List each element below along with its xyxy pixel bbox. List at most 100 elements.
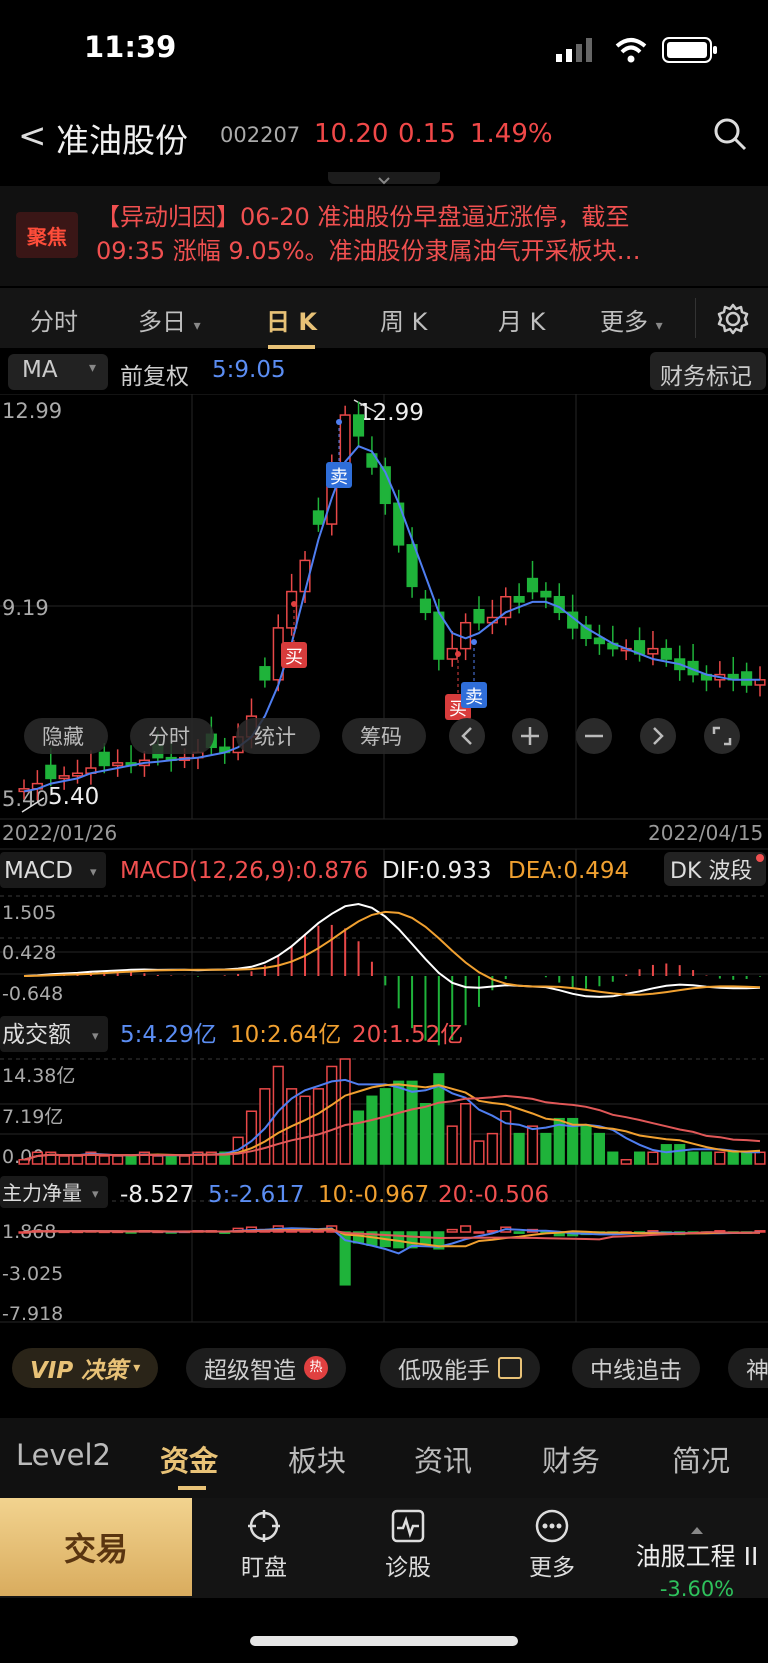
low-buy-button[interactable]: 低吸能手 [380, 1348, 540, 1388]
volume-bar [727, 1151, 739, 1165]
search-icon[interactable] [712, 116, 748, 152]
super-smart-button[interactable]: 超级智造 热 [186, 1348, 346, 1388]
stock-price: 10.20 [314, 119, 389, 149]
active-underline [268, 345, 315, 349]
caret-down-icon: ▾ [88, 360, 96, 376]
tab-multiday[interactable]: 多日 ▾ [138, 302, 201, 337]
tab-overview[interactable]: 简况 [672, 1438, 730, 1480]
volume-bar [352, 1110, 365, 1165]
dif-line [23, 902, 761, 998]
volume-bar [473, 1140, 485, 1165]
trade-button[interactable]: 交易 [0, 1498, 192, 1596]
finance-mark-button[interactable]: 财务标记 [650, 352, 766, 390]
adjust-label[interactable]: 前复权 [120, 357, 189, 391]
volume-bar [754, 1151, 766, 1165]
chart-area[interactable]: 12.99 9.19 5.40 12.99 5.40 2022/01/26 20… [0, 393, 768, 1329]
macd-name: MACD [4, 858, 73, 884]
feature-bar: VIP 决策 ▾ 超级智造 热 低吸能手 中线追击 神 [0, 1338, 768, 1398]
indicator-label: MA [22, 357, 58, 383]
indicator-select[interactable]: MA ▾ [8, 354, 108, 390]
candle [98, 751, 110, 767]
macd-y-label: 0.428 [2, 942, 56, 964]
tab-intraday[interactable]: 分时 [30, 302, 78, 337]
sector-change: -3.60% [659, 1577, 735, 1601]
volume-bar [299, 1095, 311, 1165]
candle [112, 762, 124, 767]
bottom-tabs: Level2 资金 板块 资讯 财务 简况 [0, 1418, 768, 1498]
volume-bar [526, 1125, 539, 1165]
volume-bar [406, 1080, 418, 1165]
tab-weekly-k[interactable]: 周 K [380, 302, 427, 337]
volume-bar [486, 1132, 498, 1165]
tab-label: 更多 [600, 308, 648, 336]
volume-bar [58, 1155, 70, 1165]
midline-button[interactable]: 中线追击 [572, 1348, 700, 1388]
caret-down-icon: ▾ [655, 318, 663, 334]
gear-icon[interactable] [716, 302, 750, 336]
dk-band-label: DK 波段 [670, 859, 752, 884]
tab-sector[interactable]: 板块 [288, 1438, 346, 1480]
next-button[interactable] [640, 718, 676, 754]
volume-bar [393, 1080, 405, 1165]
candle [312, 510, 324, 525]
tab-finance[interactable]: 财务 [542, 1438, 600, 1480]
volume-ma10: 10:2.64亿 [230, 1022, 341, 1048]
back-button[interactable]: < [18, 116, 47, 156]
candle [259, 666, 271, 681]
y-max-label: 12.99 [2, 399, 62, 423]
kline-chart[interactable]: 12.99 9.19 5.40 12.99 5.40 2022/01/26 20… [0, 393, 768, 1329]
tab-more[interactable]: 更多 ▾ [600, 302, 663, 337]
more-dots-icon [535, 1509, 569, 1543]
macd-value: MACD(12,26,9):0.876 [120, 858, 368, 884]
vip-decision-button[interactable]: VIP 决策 ▾ [12, 1348, 159, 1388]
mainflow-ma20: 20:-0.506 [438, 1182, 549, 1208]
volume-bar [607, 1151, 619, 1165]
fullscreen-button[interactable] [704, 718, 740, 754]
volume-bar [741, 1151, 753, 1165]
prev-button[interactable] [449, 718, 485, 754]
volume-bar [259, 1088, 271, 1165]
sector-indicator[interactable]: 油服工程 II -3.60% [626, 1520, 768, 1601]
volume-bar [714, 1151, 726, 1165]
status-bar: 11:39 [0, 0, 768, 100]
diagnose-button[interactable]: 诊股 [358, 1508, 458, 1582]
candle [540, 590, 552, 598]
active-underline [178, 1486, 206, 1490]
tab-funds[interactable]: 资金 [160, 1438, 218, 1490]
low-marker: 5.40 [48, 784, 99, 810]
macd-dea: DEA:0.494 [508, 858, 629, 884]
volume-bar [513, 1132, 525, 1165]
more-button[interactable]: 更多 [502, 1508, 602, 1582]
tab-monthly-k[interactable]: 月 K [498, 302, 545, 337]
stock-code: 002207 [220, 123, 301, 147]
volume-bar [379, 1088, 391, 1165]
pull-handle[interactable] [328, 172, 440, 185]
candle [647, 647, 659, 655]
tab-news[interactable]: 资讯 [414, 1438, 472, 1480]
volume-bar [540, 1132, 552, 1165]
mainflow-y-label: -7.918 [2, 1303, 63, 1325]
candle [286, 590, 298, 629]
volume-bars [18, 1058, 766, 1165]
home-indicator[interactable] [250, 1636, 518, 1646]
news-banner[interactable]: 聚焦 【异动归因】06-20 准油股份早盘逼近涨停，截至 09:35 涨幅 9.… [0, 186, 768, 286]
mainflow-bar [446, 1228, 458, 1233]
volume-bar [179, 1155, 191, 1165]
divider [695, 298, 696, 338]
watch-button[interactable]: 盯盘 [214, 1508, 314, 1582]
tab-level2[interactable]: Level2 [16, 1438, 111, 1472]
volume-bar [660, 1144, 672, 1165]
caret-down-icon: ▾ [92, 1187, 99, 1202]
hide-label: 隐藏 [42, 725, 84, 749]
candle [71, 772, 84, 777]
ma5-value: 5:9.05 [212, 357, 286, 383]
candle [660, 647, 672, 660]
candle [419, 598, 432, 614]
caret-down-icon: ▾ [92, 1029, 99, 1044]
more-feature-button[interactable]: 神 [728, 1348, 768, 1388]
dea-line [23, 910, 761, 996]
stats-label: 统计 [254, 725, 296, 749]
y-mid-label: 9.19 [2, 596, 49, 620]
tab-daily-k[interactable]: 日 K [266, 302, 317, 349]
status-time: 11:39 [84, 30, 177, 64]
